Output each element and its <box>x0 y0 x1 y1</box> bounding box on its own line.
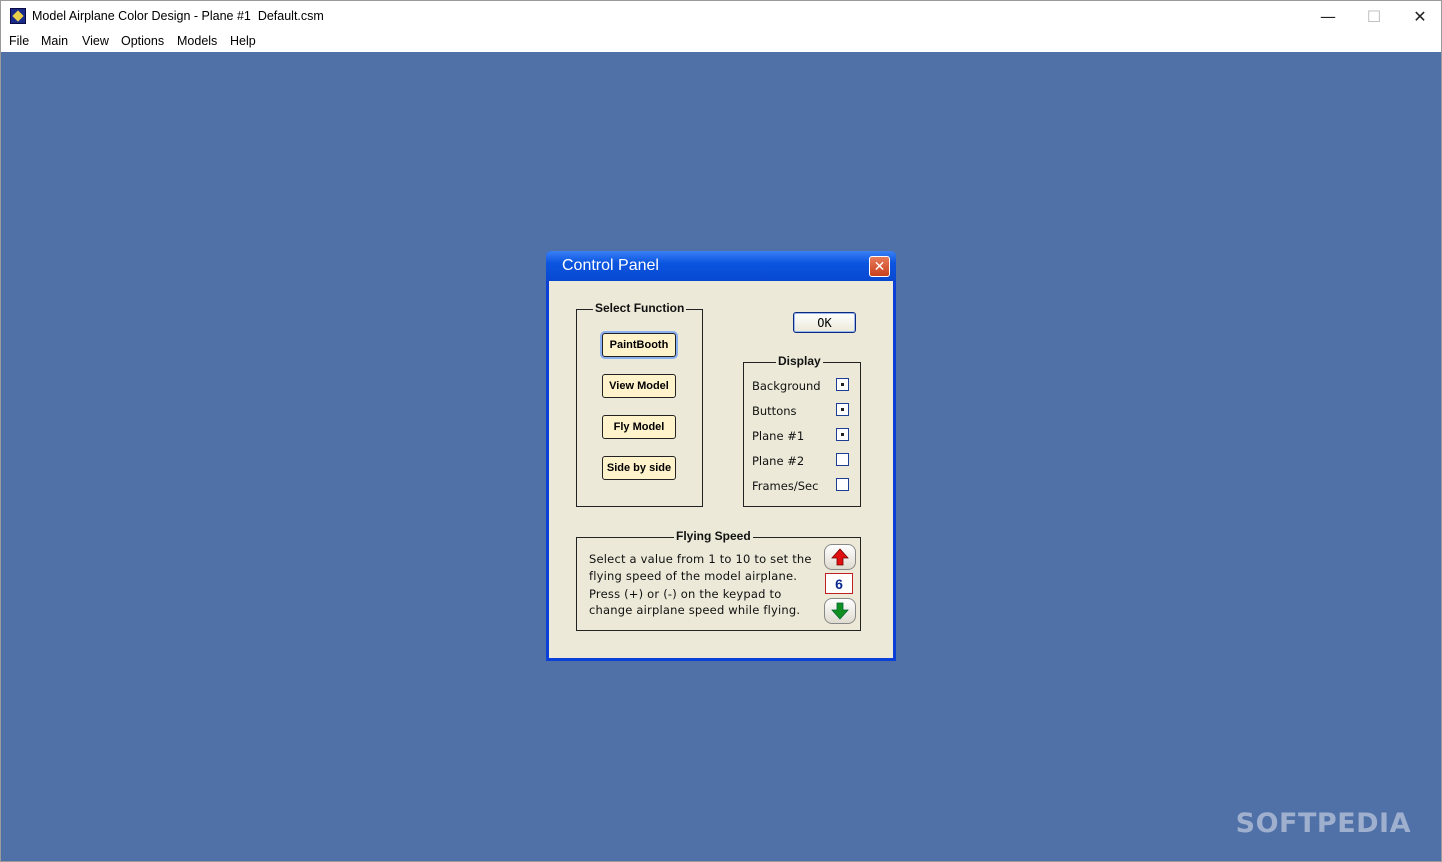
display-plane2-checkbox[interactable] <box>836 453 849 466</box>
menu-main[interactable]: Main <box>41 34 68 48</box>
speed-down-button[interactable] <box>824 598 856 624</box>
arrow-down-icon <box>831 602 849 620</box>
speed-help-line-2: flying speed of the model airplane. <box>589 569 798 583</box>
menu-options[interactable]: Options <box>121 34 164 48</box>
display-buttons-checkbox[interactable] <box>836 403 849 416</box>
display-plane1-label: Plane #1 <box>752 429 805 443</box>
dialog-close-button[interactable]: ✕ <box>869 256 890 277</box>
speed-help-line-4: change airplane speed while flying. <box>589 603 801 617</box>
control-panel-dialog: Control Panel ✕ Select Function PaintBoo… <box>546 251 896 661</box>
speed-help-line-3: Press (+) or (-) on the keypad to <box>589 587 782 601</box>
display-plane1-checkbox[interactable] <box>836 428 849 441</box>
app-icon[interactable] <box>10 8 26 24</box>
display-group: Display Background Buttons Plane #1 Plan… <box>743 354 861 507</box>
flying-speed-legend: Flying Speed <box>674 529 753 543</box>
display-frames-checkbox[interactable] <box>836 478 849 491</box>
softpedia-watermark: SOFTPEDIA <box>1235 808 1411 839</box>
paintbooth-button[interactable]: PaintBooth <box>602 333 676 357</box>
display-frames-label: Frames/Sec <box>752 479 819 493</box>
maximize-button[interactable]: ☐ <box>1351 1 1397 31</box>
display-plane2-label: Plane #2 <box>752 454 805 468</box>
speed-help-line-1: Select a value from 1 to 10 to set the <box>589 552 812 566</box>
menu-models[interactable]: Models <box>177 34 217 48</box>
display-background-checkbox[interactable] <box>836 378 849 391</box>
display-buttons-label: Buttons <box>752 404 797 418</box>
display-legend: Display <box>776 354 823 368</box>
menu-file[interactable]: File <box>9 34 29 48</box>
dialog-body: Select Function PaintBooth View Model Fl… <box>549 281 893 658</box>
speed-value: 6 <box>825 573 853 594</box>
close-button[interactable]: ✕ <box>1397 1 1442 31</box>
side-by-side-button[interactable]: Side by side <box>602 456 676 480</box>
speed-up-button[interactable] <box>824 544 856 570</box>
minimize-button[interactable]: — <box>1305 1 1351 31</box>
display-background-label: Background <box>752 379 821 393</box>
arrow-up-icon <box>831 548 849 566</box>
menu-bar: File Main View Options Models Help <box>1 31 1441 51</box>
menu-help[interactable]: Help <box>230 34 256 48</box>
select-function-group: Select Function PaintBooth View Model Fl… <box>576 301 703 507</box>
menu-view[interactable]: View <box>82 34 109 48</box>
select-function-legend: Select Function <box>593 301 687 315</box>
flying-speed-group: Flying Speed Select a value from 1 to 10… <box>576 529 861 631</box>
ok-button[interactable]: OK <box>793 312 856 333</box>
view-model-button[interactable]: View Model <box>602 374 676 398</box>
window-title: Model Airplane Color Design - Plane #1 D… <box>32 9 324 23</box>
title-bar: Model Airplane Color Design - Plane #1 D… <box>1 1 1441 31</box>
dialog-title: Control Panel <box>562 257 659 274</box>
fly-model-button[interactable]: Fly Model <box>602 415 676 439</box>
dialog-title-bar[interactable]: Control Panel ✕ <box>546 251 896 281</box>
close-icon: ✕ <box>873 258 886 275</box>
